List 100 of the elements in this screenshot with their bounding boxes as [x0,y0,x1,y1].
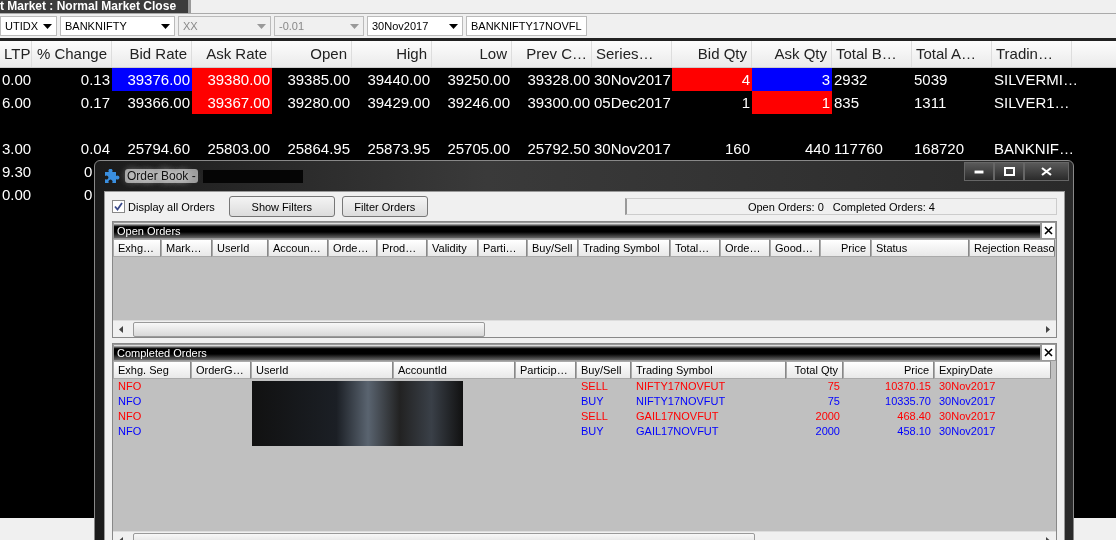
column-header[interactable]: Prev C… [512,41,592,67]
left-arrow-icon [119,325,123,333]
column-header[interactable]: Mark… [161,239,212,257]
column-header[interactable]: High [352,41,432,67]
caret-icon [257,23,266,29]
table-cell-text: BANKNIF… [993,139,1072,159]
column-header[interactable]: Buy/Sell [576,361,631,379]
column-header[interactable]: Parti… [478,239,527,257]
column-header[interactable]: Orde… [720,239,770,257]
table-cell-text: 30Nov2017 [593,139,672,159]
column-header[interactable]: Low [432,41,512,67]
column-header[interactable]: Orde… [328,239,377,257]
maximize-icon [1003,167,1015,176]
close-button[interactable] [1041,222,1056,239]
maximize-button[interactable] [994,162,1024,181]
caret-icon [161,23,170,29]
column-header[interactable]: Accoun… [268,239,328,257]
market-status-tab[interactable]: t Market : Normal Market Close [0,0,192,13]
table-cell-text: 75 [826,394,841,409]
table-cell-text: 0.13 [79,70,111,90]
table-cell-text: 1311 [913,93,948,113]
column-header[interactable]: Particip… [515,361,576,379]
column-header[interactable]: Validity [427,239,478,257]
table-cell-text: 9.30 [1,162,32,182]
table-cell-text: 0.17 [79,93,111,113]
scrollbar-thumb[interactable] [133,322,485,337]
table-cell-text: 39366.00 [126,93,191,113]
toolbar-button[interactable]: Show Filters [228,196,335,217]
table-cell-text: 0 [83,185,94,205]
table-cell: 39376.00 [112,68,192,91]
column-header[interactable]: Open [272,41,352,67]
table-cell-text: BUY [580,424,605,439]
table-cell-text: 30Nov2017 [593,70,672,90]
table-cell-text: 10370.15 [884,379,932,394]
table-cell-text: 2932 [833,70,869,90]
caret-icon [43,23,52,29]
column-header[interactable]: Ask Qty [752,41,832,67]
table-cell: 3 [752,68,832,91]
table-cell-text: 39300.00 [526,93,591,113]
minimize-button[interactable] [964,162,994,181]
dropdown[interactable]: BANKNIFTY17NOVFL [466,16,587,36]
column-header[interactable]: % Change [32,41,112,67]
column-header[interactable]: Trading Symbol [578,239,670,257]
table-cell-text: 0.00 [1,70,32,90]
column-header[interactable]: UserId [212,239,268,257]
table-cell-text: 25792.50 [526,139,591,159]
table-cell-text: NFO [117,379,143,394]
column-header[interactable]: Prod… [377,239,427,257]
column-header[interactable]: Good… [770,239,820,257]
table-cell-text: 2000 [814,409,841,424]
table-cell-text: 5039 [913,70,949,90]
close-icon [1044,348,1053,357]
table-cell-text: NIFTY17NOVFUT [635,394,727,409]
column-header[interactable]: Total… [670,239,720,257]
column-header[interactable]: Price [843,361,934,379]
status-text: Open Orders: 0 [747,200,824,213]
column-header[interactable]: Total Qty [786,361,843,379]
toolbar-button[interactable]: Filter Orders [341,196,428,217]
column-header[interactable]: Status [871,239,969,257]
column-header[interactable]: Tradin… [992,41,1072,67]
column-header[interactable]: LTP [0,41,32,67]
dropdown[interactable]: BANKNIFTY [60,16,175,36]
table-cell-text: 30Nov2017 [938,424,997,439]
column-header[interactable]: ExpiryDate [934,361,1051,379]
dropdown[interactable]: 30Nov2017 [367,16,463,36]
table-cell-text: 39328.00 [526,70,591,90]
column-header[interactable]: Total B… [832,41,912,67]
table-cell-text: 1 [740,93,751,113]
table-cell-text: 39280.00 [286,93,351,113]
table-cell-text: 458.10 [896,424,932,439]
table-cell-text: NFO [117,409,143,424]
panel-title-bar: Open Orders [113,222,1041,239]
table-cell-text: NFO [117,394,143,409]
table-cell-text: 30Nov2017 [938,409,997,424]
table-cell-text: NIFTY17NOVFUT [635,379,727,394]
column-header[interactable]: Total A… [912,41,992,67]
dropdown[interactable]: UTIDX [0,16,57,36]
column-header[interactable]: Trading Symbol [631,361,786,379]
column-header[interactable]: Series… [592,41,672,67]
column-header[interactable]: Price [820,239,871,257]
close-button[interactable] [1024,162,1069,181]
table-cell-text: 25794.60 [126,139,191,159]
column-header[interactable]: Exhg. Seg [113,361,191,379]
table-cell-text: 468.40 [896,409,932,424]
column-header[interactable]: Rejection Reaso [969,239,1055,257]
caret-icon [350,23,359,29]
table-cell-text: 168720 [913,139,966,159]
column-header[interactable]: Ask Rate [192,41,272,67]
column-header[interactable]: AccountId [393,361,515,379]
column-header[interactable]: OrderG… [191,361,251,379]
table-cell: 39367.00 [192,91,272,114]
close-button[interactable] [1041,344,1056,361]
status-text: Completed Orders: 4 [832,200,935,213]
column-header[interactable]: Bid Qty [672,41,752,67]
column-header[interactable]: Bid Rate [112,41,192,67]
column-header[interactable]: Buy/Sell [527,239,578,257]
right-arrow-icon [1046,325,1050,333]
column-header[interactable]: UserId [251,361,393,379]
column-header[interactable]: Exhg… [113,239,161,257]
checkbox[interactable] [112,200,125,213]
